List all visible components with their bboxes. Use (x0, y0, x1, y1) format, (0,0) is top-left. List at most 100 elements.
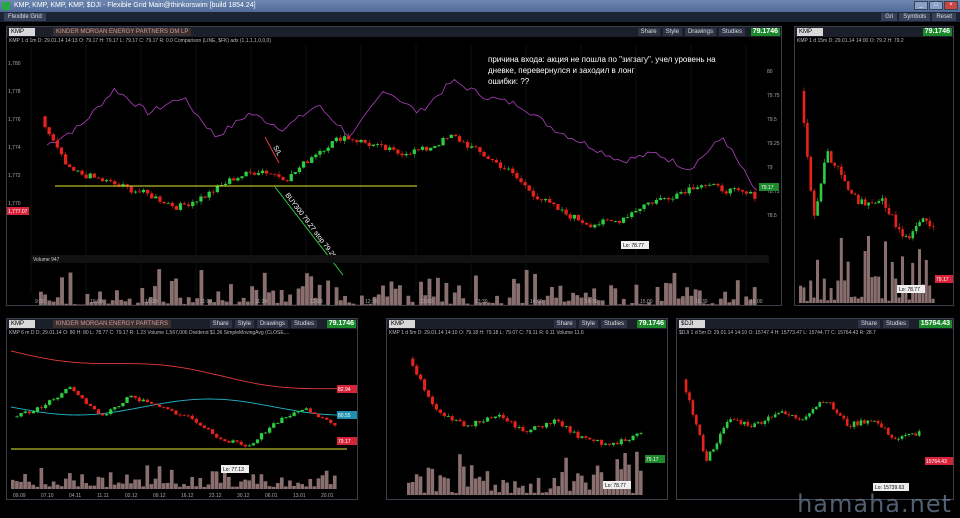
share-button[interactable]: Share (637, 28, 660, 36)
main-candle (232, 178, 236, 181)
main-candle (457, 136, 462, 142)
left-axis-tick: 1,770 (8, 201, 21, 207)
tr-candle (921, 218, 925, 223)
br-share-button[interactable]: Share (857, 320, 880, 328)
bl-volume-bar (68, 473, 72, 489)
br-candle (688, 392, 691, 401)
bl-study-line: KMP 6 m D D: 29.01.14 O: 80 H: 80 L: 78.… (9, 330, 290, 336)
right-axis-tick: 79.25 (767, 141, 780, 147)
bm-candle (576, 431, 580, 438)
main-volume-bar (609, 285, 613, 305)
bl-candle (162, 406, 166, 408)
note-line-1: причина входа: акция не пошла по "зигзаг… (488, 55, 716, 64)
bl-volume-bar (112, 484, 117, 489)
bl-candle (239, 441, 243, 445)
left-axis-tick: 1,776 (8, 117, 21, 123)
style-button[interactable]: Style (662, 28, 682, 36)
tr-symbol-field[interactable]: KMP (797, 28, 823, 36)
br-candle (839, 413, 842, 416)
bm-share-button[interactable]: Share (553, 320, 576, 328)
main-candle (277, 174, 281, 177)
main-volume-bar (731, 299, 736, 305)
main-volume-bar (495, 295, 499, 305)
main-candle (338, 137, 343, 141)
studies-button[interactable]: Studies (718, 28, 745, 36)
drawings-button[interactable]: Drawings (684, 28, 716, 36)
symbols-button[interactable]: Symbols (899, 13, 931, 21)
bm-volume-bar (560, 472, 564, 495)
minimize-button[interactable]: _ (914, 1, 928, 10)
bl-date-tick: 04.11 (69, 493, 81, 499)
bl-drawings-button[interactable]: Drawings (256, 320, 288, 328)
main-volume-bar (465, 303, 470, 305)
main-candle (408, 153, 412, 155)
bm-symbol-field[interactable]: KMP (389, 320, 415, 328)
symbol-field[interactable]: KMP (9, 28, 35, 36)
main-candle (662, 198, 667, 199)
bm-candle (493, 416, 497, 419)
main-candle (379, 144, 384, 145)
bm-candle (411, 358, 415, 366)
bl-volume-bar (304, 486, 309, 489)
tr-candle (816, 201, 819, 216)
br-price-tag: 15764.43 (926, 459, 947, 465)
maximize-button[interactable]: □ (929, 1, 943, 10)
bl-volume-bar (271, 486, 276, 489)
br-studies-button[interactable]: Studies (882, 320, 909, 328)
bl-volume-bar (121, 483, 125, 489)
time-axis-tick: 15:30 (695, 299, 708, 305)
bl-style-button[interactable]: Style (234, 320, 254, 328)
bm-volume-bar (513, 481, 517, 495)
bm-candle (603, 443, 608, 445)
bl-lo-label: Lo: 77.13 (223, 467, 244, 473)
main-volume-bar (127, 298, 132, 305)
main-candle (744, 191, 749, 194)
main-candle (531, 190, 535, 197)
main-volume-bar (714, 304, 719, 305)
tr-volume-bar (805, 300, 809, 303)
main-candle (630, 212, 634, 218)
tr-candle (911, 231, 915, 239)
main-candle (568, 214, 572, 219)
bm-volume-bar (595, 465, 600, 495)
bm-price-chart[interactable]: 79.17 Lo: 78.77 (387, 337, 667, 499)
bl-candle (272, 423, 276, 428)
main-candle (621, 217, 626, 223)
bl-studies-button[interactable]: Studies (290, 320, 317, 328)
main-volume-bar (600, 300, 605, 305)
tr-price-chart[interactable]: 79.17 Lo: 78.77 (795, 45, 953, 305)
bl-candle (300, 409, 304, 412)
bm-candle (485, 417, 490, 422)
bm-volume-bar (607, 488, 612, 495)
grid-button[interactable]: Gri (881, 13, 898, 21)
bm-style-button[interactable]: Style (578, 320, 598, 328)
time-axis-tick: 16:00 (750, 299, 763, 305)
main-candle (59, 147, 64, 155)
tr-candle (840, 166, 843, 176)
tab-flexible-grid[interactable]: Flexible Grid (4, 13, 46, 21)
bl-candle (133, 395, 137, 398)
main-volume-bar (554, 297, 559, 305)
reset-button[interactable]: Reset (932, 13, 956, 21)
tr-candle (802, 90, 806, 123)
br-symbol-field[interactable]: $DJI (679, 320, 705, 328)
bl-price-chart[interactable]: 82.94 80.55 79.17 Lo: 77.13 09.09 07.10 04.11 1… (7, 337, 357, 499)
bl-candle (304, 408, 308, 410)
br-candle (770, 416, 774, 418)
main-volume-bar (195, 298, 200, 305)
bl-candle (325, 417, 329, 420)
bl-share-button[interactable]: Share (209, 320, 232, 328)
main-candle (297, 167, 302, 173)
main-volume-bar (305, 273, 309, 305)
br-price-chart[interactable]: 15764.43Lo: 15739.63 (677, 337, 953, 499)
bl-volume-bar (133, 479, 137, 489)
close-button[interactable]: × (944, 1, 958, 10)
bl-volume-bar (186, 485, 190, 489)
bl-symbol-field[interactable]: KMP (9, 320, 35, 328)
bl-candle (316, 413, 321, 418)
bl-volume-bar (157, 466, 162, 489)
bm-study-line: KMP 1 d 5m D: 29.01.14 14:10 O: 79.18 H:… (389, 330, 584, 336)
bl-candle (280, 417, 284, 424)
bm-studies-button[interactable]: Studies (600, 320, 627, 328)
br-candle (900, 435, 904, 439)
